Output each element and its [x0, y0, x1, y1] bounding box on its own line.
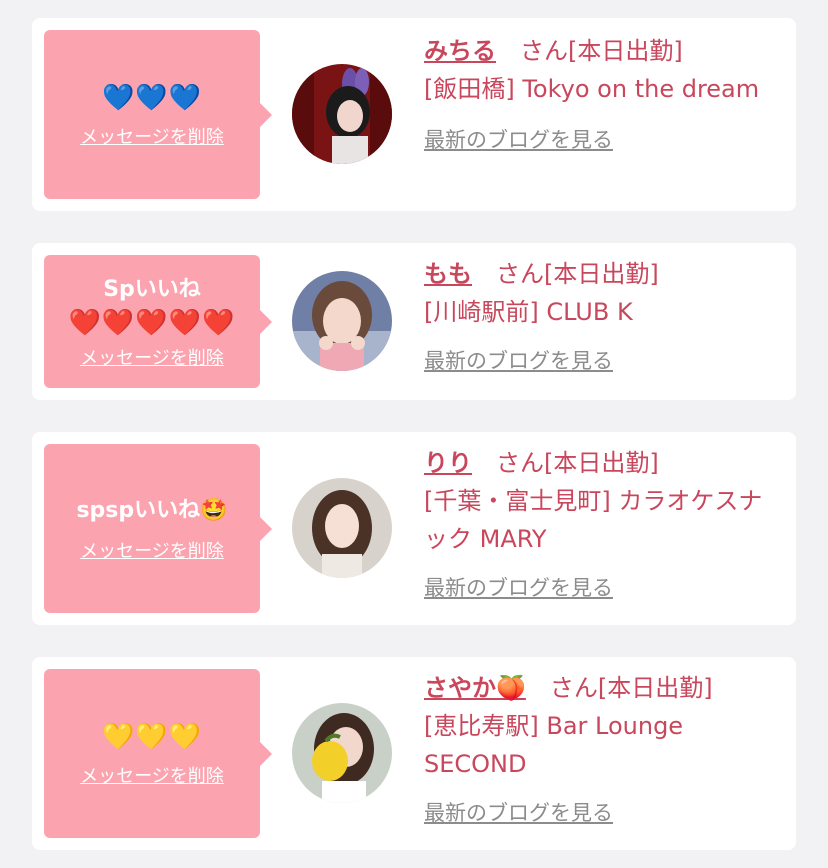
delete-message-link[interactable]: メッセージを削除	[80, 344, 224, 370]
message-emoji-text: 💛💛💛	[101, 721, 203, 752]
message-bubble: spspいいね🤩 メッセージを削除	[44, 444, 272, 613]
message-card: 💙💙💙 メッセージを削除 みちる さん[本日出勤] [飯田橋] Tokyo on …	[32, 18, 796, 211]
attendance-status: さん[本日出勤]	[520, 37, 683, 65]
avatar-photo-icon	[292, 64, 392, 164]
name-line: もも さん[本日出勤]	[424, 255, 779, 293]
cast-name-link[interactable]: さやか🍑	[424, 674, 526, 702]
message-card: spspいいね🤩 メッセージを削除 りり さん[本日出勤] [千葉・富士見町] カ…	[32, 432, 796, 625]
cast-name-link[interactable]: りり	[424, 449, 472, 477]
shop-name: [川崎駅前] CLUB K	[424, 298, 633, 326]
card-info: りり さん[本日出勤] [千葉・富士見町] カラオケスナック MARY 最新のブロ…	[424, 444, 779, 602]
card-info: もも さん[本日出勤] [川崎駅前] CLUB K 最新のブログを見る	[424, 255, 779, 375]
name-line: りり さん[本日出勤]	[424, 444, 779, 482]
name-line: みちる さん[本日出勤]	[424, 32, 779, 70]
delete-message-link[interactable]: メッセージを削除	[80, 123, 224, 149]
message-card: 💛💛💛 メッセージを削除 さやか🍑 さん[本日出勤] [恵比寿駅] Bar Lou…	[32, 657, 796, 850]
message-card: Spいいね ❤️❤️❤️❤️❤️ メッセージを削除 もも さん[本日出勤] [川崎…	[32, 243, 796, 400]
message-text: spspいいね🤩	[76, 497, 228, 523]
message-bubble: 💙💙💙 メッセージを削除	[44, 30, 272, 199]
cast-name-link[interactable]: もも	[424, 260, 472, 288]
latest-blog-link[interactable]: 最新のブログを見る	[424, 572, 613, 602]
avatar[interactable]	[292, 703, 392, 803]
avatar[interactable]	[292, 478, 392, 578]
message-emoji-text: ❤️❤️❤️❤️❤️	[68, 307, 236, 338]
shop-name: [飯田橋] Tokyo on the dream	[424, 75, 760, 103]
message-emoji-text: 💙💙💙	[101, 82, 203, 113]
attendance-status: さん[本日出勤]	[549, 674, 713, 702]
message-list: 💙💙💙 メッセージを削除 みちる さん[本日出勤] [飯田橋] Tokyo on …	[0, 0, 828, 868]
card-info: みちる さん[本日出勤] [飯田橋] Tokyo on the dream 最新の…	[424, 32, 779, 154]
avatar-photo-icon	[292, 703, 392, 803]
shop-name: [恵比寿駅] Bar Lounge SECOND	[424, 712, 684, 778]
latest-blog-link[interactable]: 最新のブログを見る	[424, 124, 613, 154]
delete-message-link[interactable]: メッセージを削除	[80, 762, 224, 788]
name-line: さやか🍑 さん[本日出勤]	[424, 669, 779, 707]
latest-blog-link[interactable]: 最新のブログを見る	[424, 797, 613, 827]
avatar-photo-icon	[292, 478, 392, 578]
shop-name: [千葉・富士見町] カラオケスナック MARY	[424, 487, 763, 553]
delete-message-link[interactable]: メッセージを削除	[80, 537, 224, 563]
attendance-status: さん[本日出勤]	[496, 449, 659, 477]
avatar[interactable]	[292, 64, 392, 164]
attendance-status: さん[本日出勤]	[496, 260, 659, 288]
avatar-photo-icon	[292, 271, 392, 371]
cast-name-link[interactable]: みちる	[424, 37, 496, 65]
latest-blog-link[interactable]: 最新のブログを見る	[424, 345, 613, 375]
avatar[interactable]	[292, 271, 392, 371]
message-bubble: 💛💛💛 メッセージを削除	[44, 669, 272, 838]
card-info: さやか🍑 さん[本日出勤] [恵比寿駅] Bar Lounge SECOND 最新…	[424, 669, 779, 827]
message-bubble: Spいいね ❤️❤️❤️❤️❤️ メッセージを削除	[44, 255, 272, 388]
message-text: Spいいね	[103, 276, 201, 302]
